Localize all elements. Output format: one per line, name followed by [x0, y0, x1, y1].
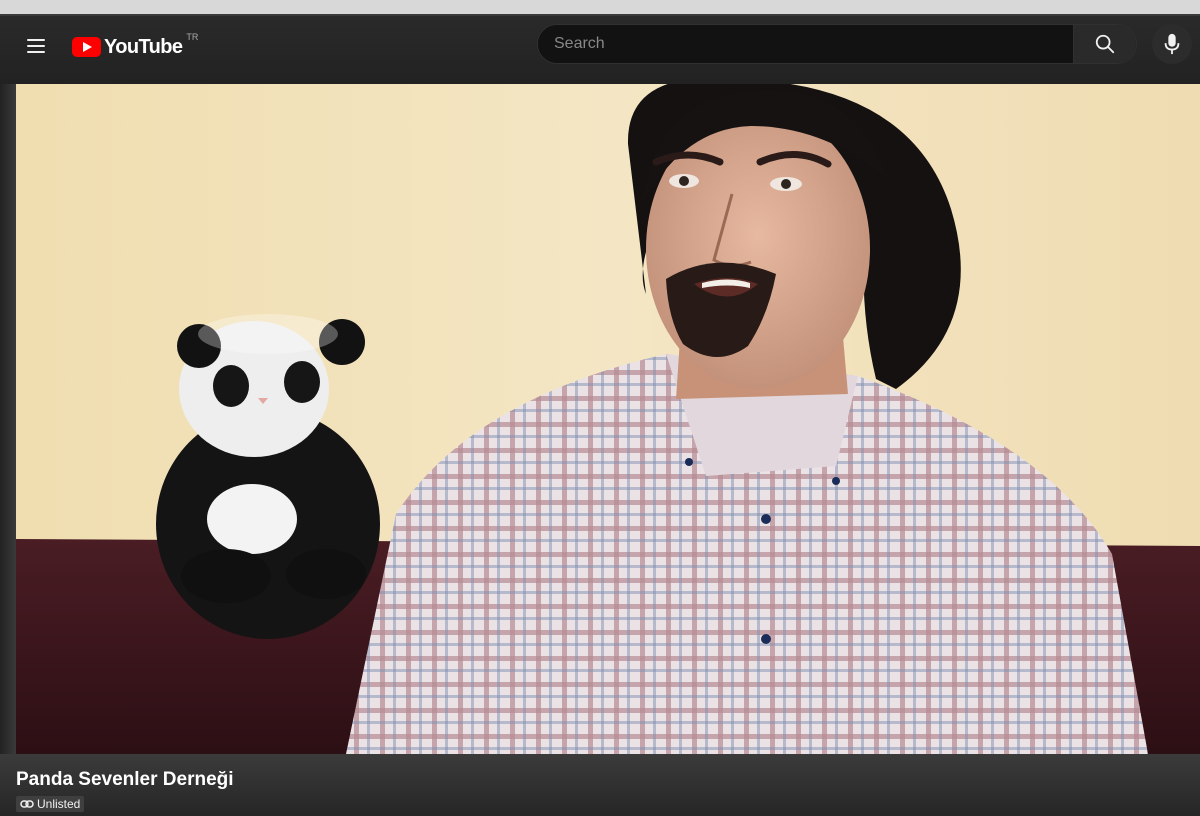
link-icon	[20, 799, 34, 809]
player-side-border	[0, 84, 16, 764]
region-code: TR	[186, 32, 199, 42]
voice-search-button[interactable]	[1152, 24, 1192, 64]
hamburger-menu-icon	[27, 39, 45, 53]
microphone-icon	[1164, 33, 1180, 55]
search-icon	[1095, 34, 1115, 54]
search-input[interactable]	[538, 25, 1073, 63]
video-player[interactable]	[16, 84, 1200, 754]
guide-menu-button[interactable]	[18, 28, 54, 64]
search-box	[537, 24, 1137, 64]
visibility-label: Unlisted	[37, 797, 81, 811]
search-button[interactable]	[1073, 25, 1136, 63]
youtube-logo[interactable]: YouTube TR	[72, 32, 198, 62]
browser-chrome-strip	[0, 0, 1200, 16]
panda-plush	[156, 314, 380, 639]
video-title[interactable]: Panda Sevenler Derneği	[16, 769, 234, 791]
youtube-play-icon	[72, 37, 101, 57]
masthead: YouTube TR	[0, 16, 1200, 84]
logo-wordmark: YouTube	[104, 35, 183, 58]
video-frame	[16, 84, 1200, 754]
unlisted-badge: Unlisted	[16, 796, 85, 812]
